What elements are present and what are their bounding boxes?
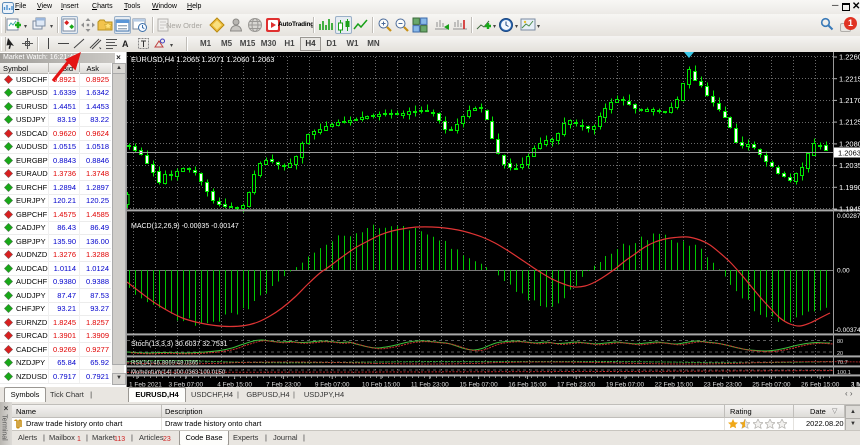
svg-text:1.2080: 1.2080: [839, 140, 860, 149]
svg-text:RSI(14) 46.8869 48.0365: RSI(14) 46.8869 48.0365: [131, 361, 199, 367]
svg-text:MACD(12,26,9) -0.00035 -0.0014: MACD(12,26,9) -0.00035 -0.00147: [131, 223, 239, 230]
svg-text:1.2215: 1.2215: [839, 74, 860, 83]
svg-text:1.2170: 1.2170: [839, 96, 860, 105]
svg-text:100.1: 100.1: [837, 370, 851, 376]
svg-text:EURUSD,H4 1.2065 1.2071 1.2060: EURUSD,H4 1.2065 1.2071 1.2060 1.2063: [131, 55, 274, 64]
svg-text:1.2063: 1.2063: [838, 149, 860, 158]
svg-text:Stoch(13,3,3) 30.6037 32.7531: Stoch(13,3,3) 30.6037 32.7531: [131, 341, 228, 348]
svg-text:1.2125: 1.2125: [839, 118, 860, 127]
svg-text:0.00287: 0.00287: [837, 213, 860, 220]
svg-text:80: 80: [837, 339, 843, 345]
svg-text:1.2260: 1.2260: [839, 53, 860, 62]
svg-text:20: 20: [837, 351, 843, 357]
svg-text:-0.00374: -0.00374: [835, 327, 860, 334]
svg-text:0.00: 0.00: [837, 268, 850, 275]
svg-text:1.1990: 1.1990: [839, 183, 860, 192]
svg-text:70.7: 70.7: [837, 360, 848, 366]
svg-text:Momentum(14) 100.0363 100.0150: Momentum(14) 100.0363 100.0150: [131, 370, 226, 376]
svg-text:1.2035: 1.2035: [839, 161, 860, 170]
